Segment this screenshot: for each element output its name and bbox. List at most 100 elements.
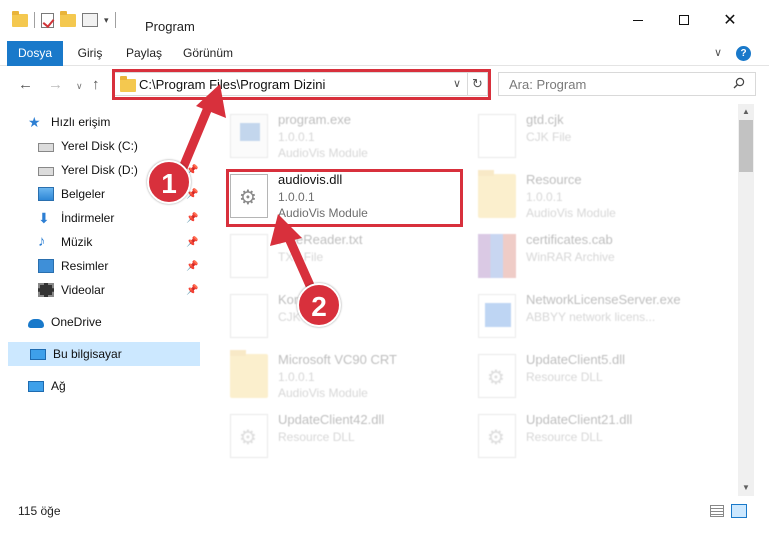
document-file-icon [230, 294, 268, 338]
customize-icon[interactable] [82, 13, 98, 27]
sidebar-item-label: Yerel Disk (C:) [61, 139, 138, 153]
text-file-icon [230, 234, 268, 278]
new-folder-icon[interactable] [60, 10, 76, 27]
chevron-down-icon[interactable]: ∨ [714, 46, 722, 59]
file-type: Resource DLL [526, 370, 603, 384]
file-version: 1.0.0.1 [278, 130, 315, 144]
properties-icon[interactable] [41, 12, 54, 28]
star-icon: ★ [28, 114, 41, 130]
minimize-button[interactable] [615, 0, 661, 40]
pin-icon[interactable]: 📌 [186, 213, 198, 224]
sidebar-item-this-pc[interactable]: Bu bilgisayar [8, 342, 200, 366]
sidebar-item-onedrive[interactable]: OneDrive [28, 310, 228, 334]
file-item[interactable]: NetworkLicenseServer.exe ABBYY network l… [478, 290, 726, 348]
file-item[interactable]: UpdateClient5.dll Resource DLL [478, 350, 726, 408]
forward-arrow-icon[interactable]: → [48, 76, 63, 93]
file-type: WinRAR Archive [526, 250, 615, 264]
drive-icon [38, 167, 54, 176]
scroll-thumb[interactable] [739, 120, 753, 172]
file-description: AudioVis Module [526, 206, 616, 220]
close-button[interactable]: ✕ [707, 0, 753, 40]
sidebar-item-label: Videolar [61, 283, 105, 297]
close-icon: ✕ [723, 12, 737, 29]
exe-file-icon [478, 294, 516, 338]
tab-view[interactable]: Görünüm [176, 41, 240, 66]
exe-file-icon [230, 114, 268, 158]
step-badge-1: 1 [147, 160, 191, 204]
minimize-icon [633, 19, 643, 21]
pictures-icon [38, 259, 54, 273]
divider [34, 12, 35, 28]
item-count: 115 öğe [18, 504, 61, 518]
file-item[interactable]: UpdateClient21.dll Resource DLL [478, 410, 726, 468]
file-type: ABBYY network licens... [526, 310, 656, 324]
tab-home[interactable]: Giriş [70, 41, 110, 66]
music-icon: ♪ [38, 233, 46, 250]
address-highlight-box [112, 69, 491, 100]
sidebar-item-pictures[interactable]: Resimler 📌 [38, 254, 200, 278]
search-icon[interactable] [733, 77, 745, 89]
file-item[interactable]: Resource 1.0.0.1 AudioVis Module [478, 170, 726, 228]
network-icon [28, 380, 44, 392]
search-placeholder[interactable]: Ara: Program [509, 77, 586, 92]
details-view-icon[interactable] [710, 505, 724, 517]
help-icon[interactable]: ? [736, 46, 751, 61]
sidebar-item-label: Bu bilgisayar [53, 347, 122, 361]
maximize-button[interactable] [661, 0, 707, 40]
file-item[interactable]: Microsoft VC90 CRT 1.0.0.1 AudioVis Modu… [230, 350, 478, 408]
sidebar-item-downloads[interactable]: ⬇ İndirmeler 📌 [38, 206, 200, 230]
folder-icon [230, 350, 268, 398]
sidebar-item-network[interactable]: Ağ [28, 374, 228, 398]
pin-icon[interactable]: 📌 [186, 285, 198, 296]
vertical-scrollbar[interactable]: ▲ ▼ [738, 104, 754, 496]
file-item[interactable]: FineReader.txt TXT File [230, 230, 478, 288]
sidebar-item-label: Resimler [61, 259, 109, 273]
pin-icon[interactable]: 📌 [186, 261, 198, 272]
sidebar-item-label: Ağ [51, 379, 66, 393]
dll-file-icon [230, 414, 268, 458]
folder-icon [478, 170, 516, 218]
tab-file[interactable]: Dosya [7, 41, 63, 66]
file-description: AudioVis Module [278, 386, 368, 400]
file-name: UpdateClient21.dll [526, 412, 633, 427]
window-title: Program [145, 19, 195, 34]
file-name: Resource [526, 172, 582, 187]
maximize-icon [679, 15, 689, 25]
file-item[interactable]: UpdateClient42.dll Resource DLL [230, 410, 478, 468]
folder-icon [12, 10, 28, 27]
file-item[interactable]: certificates.cab WinRAR Archive [478, 230, 726, 288]
download-icon: ⬇ [38, 210, 50, 226]
tab-share[interactable]: Paylaş [120, 41, 168, 66]
back-arrow-icon[interactable]: ← [18, 76, 33, 93]
scroll-up-icon[interactable]: ▲ [738, 104, 754, 120]
file-item[interactable]: program.exe 1.0.0.1 AudioVis Module [230, 110, 478, 168]
file-name: UpdateClient5.dll [526, 352, 626, 367]
large-icons-view-icon[interactable] [731, 504, 747, 518]
file-highlight-box [226, 169, 463, 227]
sidebar-item-quick-access[interactable]: ★ Hızlı erişim [28, 110, 228, 134]
file-item[interactable]: Korean CJK File [230, 290, 478, 348]
pin-icon[interactable]: 📌 [186, 237, 198, 248]
file-name: program.exe [278, 112, 351, 127]
file-version: 1.0.0.1 [278, 370, 315, 384]
file-type: TXT File [278, 250, 324, 264]
computer-icon [30, 348, 46, 360]
file-version: 1.0.0.1 [526, 190, 563, 204]
file-name: gtd.cjk [526, 112, 564, 127]
documents-icon [38, 187, 54, 201]
sidebar-item-music[interactable]: ♪ Müzik 📌 [38, 230, 200, 254]
step-badge-2: 2 [297, 283, 341, 327]
title-bar: ▾ Program ✕ [0, 0, 769, 40]
chevron-down-icon[interactable]: ▾ [104, 15, 109, 26]
recent-locations-icon[interactable]: ∨ [76, 81, 83, 92]
sidebar-item-label: Müzik [61, 235, 93, 249]
scroll-down-icon[interactable]: ▼ [738, 480, 754, 496]
up-arrow-icon[interactable]: ↑ [92, 76, 100, 93]
explorer-window: ▾ Program ✕ Dosya Giriş Paylaş Görünüm ∨… [0, 0, 769, 533]
file-type: Resource DLL [278, 430, 355, 444]
sidebar-item-label: Belgeler [61, 187, 106, 201]
file-item[interactable]: gtd.cjk CJK File [478, 110, 726, 168]
sidebar-item-videos[interactable]: Videolar 📌 [38, 278, 200, 302]
search-input[interactable]: Ara: Program [498, 72, 756, 96]
file-list: program.exe 1.0.0.1 AudioVis Module gtd.… [206, 104, 738, 493]
